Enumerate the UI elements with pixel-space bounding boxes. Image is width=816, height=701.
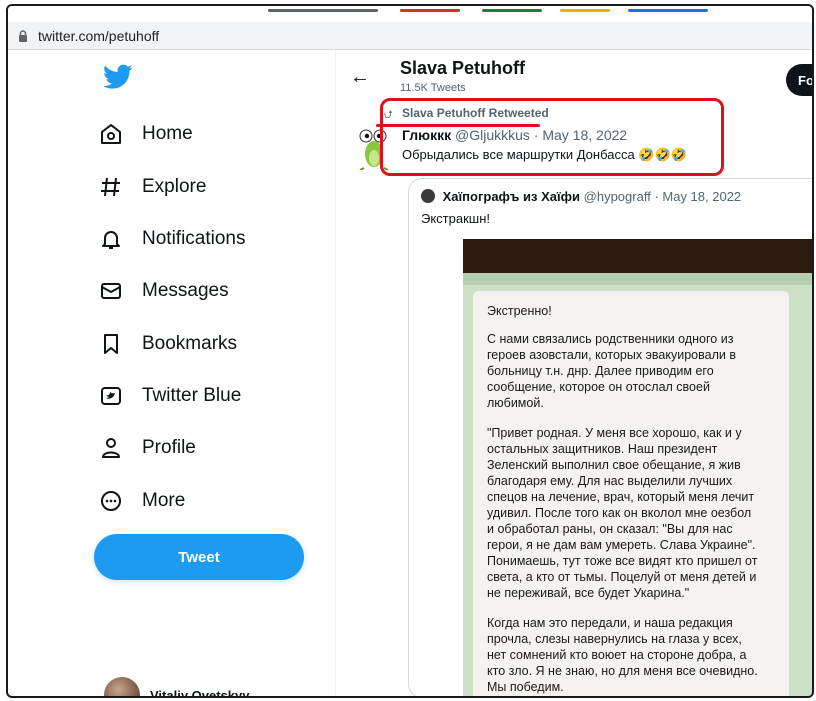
address-bar[interactable]: twitter.com/petuhoff <box>8 22 812 50</box>
image-message-card: Экстренно! С нами связались родственники… <box>473 291 789 696</box>
more-circle-icon <box>98 488 124 514</box>
image-background: Экстренно! С нами связались родственники… <box>463 273 812 696</box>
sidebar-item-home[interactable]: Home <box>98 112 193 156</box>
tab-indicator[interactable] <box>628 9 708 12</box>
twitter-blue-icon <box>98 383 124 409</box>
tab-indicator[interactable] <box>268 9 378 12</box>
tweet-date[interactable]: · May 18, 2022 <box>654 189 741 204</box>
sidebar-item-profile[interactable]: Profile <box>98 426 196 470</box>
tweet-count: 11.5K Tweets <box>400 82 466 94</box>
highlight-box <box>380 98 724 176</box>
sidebar-item-label: Twitter Blue <box>142 385 242 406</box>
twitter-logo-icon[interactable] <box>103 64 133 90</box>
tab-strip <box>8 6 812 22</box>
sidebar-item-messages[interactable]: Messages <box>98 269 229 313</box>
page-title: Slava Petuhoff <box>400 58 526 78</box>
image-paragraph: "Привет родная. У меня все хорошо, как и… <box>487 426 758 600</box>
bookmark-icon <box>98 331 124 357</box>
avatar <box>104 677 140 696</box>
bell-icon <box>98 226 124 252</box>
sidebar-item-bookmarks[interactable]: Bookmarks <box>98 322 237 366</box>
lock-icon <box>19 29 27 42</box>
person-icon <box>98 435 124 461</box>
hashtag-icon <box>98 174 124 200</box>
browser-window: twitter.com/petuhoff Home Explore Notifi… <box>6 4 814 698</box>
image-title: Экстренно! <box>487 304 552 318</box>
tab-indicator[interactable] <box>400 9 460 12</box>
quoted-author[interactable]: Хаїпографъ из Хаїфи @hypograff · May 18,… <box>421 189 741 204</box>
main-column: ← Slava Petuhoff 11.5K Tweets Fo ⮍ Slava… <box>336 50 812 696</box>
tab-indicator[interactable] <box>482 9 542 12</box>
sidebar-item-label: Messages <box>142 280 229 301</box>
image-paragraph: С нами связались родственники одного из … <box>487 332 736 410</box>
sidebar-item-label: Home <box>142 123 193 144</box>
back-arrow-icon[interactable]: ← <box>350 66 370 89</box>
tweet-button[interactable]: Tweet <box>94 534 304 580</box>
author-name[interactable]: Хаїпографъ из Хаїфи <box>443 189 580 204</box>
tweet-image[interactable]: Экстренно! С нами связались родственники… <box>463 239 812 696</box>
quoted-tweet[interactable]: Хаїпографъ из Хаїфи @hypograff · May 18,… <box>408 178 812 696</box>
sidebar-item-more[interactable]: More <box>98 479 185 523</box>
sidebar: Home Explore Notifications Messages Book… <box>8 50 336 698</box>
account-switcher[interactable]: Vitaliy Ovetskyy ... <box>104 677 324 698</box>
sidebar-item-explore[interactable]: Explore <box>98 165 206 209</box>
account-more-icon[interactable]: ... <box>298 688 314 696</box>
envelope-icon <box>98 278 124 304</box>
sidebar-item-notifications[interactable]: Notifications <box>98 217 246 261</box>
sidebar-item-twitter-blue[interactable]: Twitter Blue <box>98 374 241 418</box>
image-paragraph: Когда нам это передали, и наша редакция … <box>487 616 758 694</box>
follow-button[interactable]: Fo <box>786 64 812 96</box>
account-name: Vitaliy Ovetskyy <box>150 687 250 698</box>
sidebar-item-label: Bookmarks <box>142 333 238 354</box>
sidebar-item-label: Profile <box>142 437 196 458</box>
author-handle[interactable]: @hypograff <box>584 189 651 204</box>
home-icon <box>98 121 124 147</box>
tab-indicator[interactable] <box>560 9 610 12</box>
sidebar-item-label: Notifications <box>142 228 246 249</box>
avatar <box>421 189 435 203</box>
sidebar-item-label: Explore <box>142 176 207 197</box>
quoted-tweet-text: Экстракшн! <box>421 211 490 226</box>
url-text[interactable]: twitter.com/petuhoff <box>38 28 159 44</box>
sidebar-item-label: More <box>142 490 186 511</box>
